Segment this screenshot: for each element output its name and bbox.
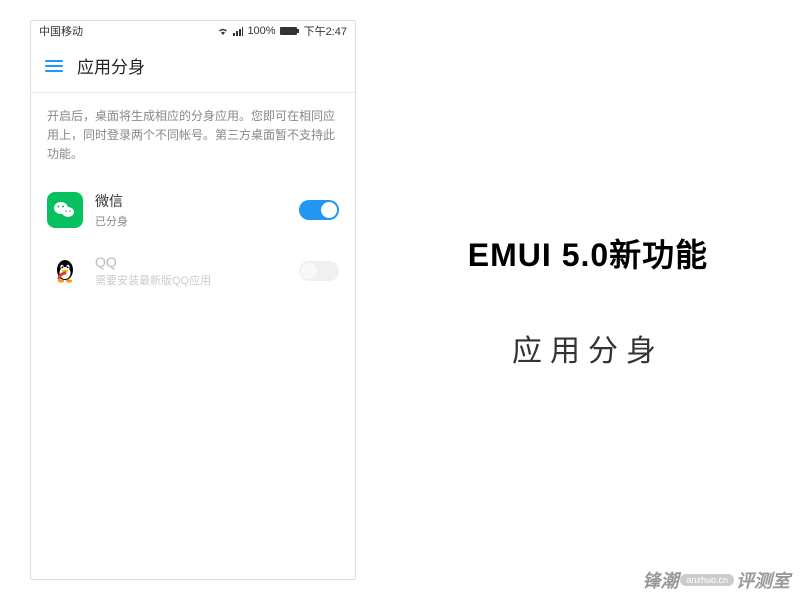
time-label: 下午2:47 bbox=[304, 23, 347, 39]
app-name-label: QQ bbox=[95, 254, 287, 270]
app-info: QQ 需要安装最新版QQ应用 bbox=[95, 254, 287, 288]
menu-icon[interactable] bbox=[45, 60, 63, 72]
watermark-suffix: 评测室 bbox=[736, 567, 790, 593]
feature-title: EMUI 5.0新功能 bbox=[468, 230, 708, 276]
app-info: 微信 已分身 bbox=[95, 191, 287, 229]
watermark-badge: anzhuo.cn bbox=[680, 574, 734, 586]
feature-subtitle: 应用分身 bbox=[512, 326, 664, 370]
qq-icon bbox=[47, 253, 83, 289]
app-name-label: 微信 bbox=[95, 191, 287, 211]
wechat-toggle[interactable] bbox=[299, 200, 339, 220]
battery-icon bbox=[280, 26, 300, 36]
watermark: 锋潮 anzhuo.cn 评测室 bbox=[642, 567, 790, 593]
app-status-label: 需要安装最新版QQ应用 bbox=[95, 272, 287, 288]
qq-toggle bbox=[299, 261, 339, 281]
page-title: 应用分身 bbox=[77, 53, 145, 78]
carrier-label: 中国移动 bbox=[39, 23, 83, 39]
app-status-label: 已分身 bbox=[95, 213, 287, 229]
phone-screenshot: 中国移动 100% 下午2:47 应用分身 开启后，桌面将生成相应的分身应用。您… bbox=[30, 20, 356, 580]
battery-percent: 100% bbox=[247, 25, 275, 37]
feature-panel: EMUI 5.0新功能 应用分身 bbox=[356, 0, 800, 599]
status-bar: 中国移动 100% 下午2:47 bbox=[31, 21, 355, 41]
app-item-wechat: 微信 已分身 bbox=[31, 179, 355, 241]
signal-icon bbox=[233, 26, 243, 36]
feature-description: 开启后，桌面将生成相应的分身应用。您即可在相同应用上，同时登录两个不同帐号。第三… bbox=[31, 93, 355, 179]
status-indicators: 100% 下午2:47 bbox=[217, 23, 347, 39]
wifi-icon bbox=[217, 26, 229, 36]
wechat-icon bbox=[47, 192, 83, 228]
app-item-qq: QQ 需要安装最新版QQ应用 bbox=[31, 241, 355, 301]
page-header: 应用分身 bbox=[31, 41, 355, 92]
watermark-text: 锋潮 bbox=[642, 567, 678, 593]
